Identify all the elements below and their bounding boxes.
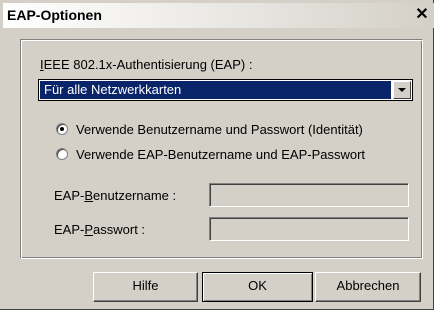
eap-username-field[interactable] <box>209 183 409 207</box>
radio-button-unchecked[interactable] <box>56 148 68 160</box>
radio-use-identity[interactable]: Verwende Benutzername und Passwort (Iden… <box>56 120 363 138</box>
ok-button[interactable]: OK <box>202 272 313 302</box>
radio-use-eap-credentials[interactable]: Verwende EAP-Benutzername und EAP-Passwo… <box>56 145 365 163</box>
eap-options-dialog: EAP-Optionen ✕ IEEE 802.1x-Authentisieru… <box>0 0 434 310</box>
eap-adapter-select[interactable]: Für alle Netzwerkkarten <box>38 79 413 101</box>
eap-label-text: EEE 802.1x-Authentisierung (EAP) : <box>43 57 253 72</box>
eap-adapter-selected-value: Für alle Netzwerkkarten <box>40 81 391 99</box>
window-title: EAP-Optionen <box>7 7 102 23</box>
title-bar[interactable]: EAP-Optionen ✕ <box>3 3 434 28</box>
eap-password-field[interactable] <box>209 217 409 241</box>
chevron-down-icon[interactable] <box>393 81 411 99</box>
close-icon[interactable]: ✕ <box>413 6 431 24</box>
radio-use-identity-label: Verwende Benutzername und Passwort (Iden… <box>76 121 363 137</box>
radio-use-eap-credentials-label: Verwende EAP-Benutzername und EAP-Passwo… <box>76 146 366 162</box>
eap-password-label: EAP-Passwort : <box>54 222 146 237</box>
eap-username-label: EAP-Benutzername : <box>54 188 177 203</box>
eap-label: IEEE 802.1x-Authentisierung (EAP) : <box>40 57 252 72</box>
cancel-button[interactable]: Abbrechen <box>315 272 421 302</box>
help-button[interactable]: Hilfe <box>93 272 198 302</box>
radio-button-checked[interactable] <box>56 123 68 135</box>
